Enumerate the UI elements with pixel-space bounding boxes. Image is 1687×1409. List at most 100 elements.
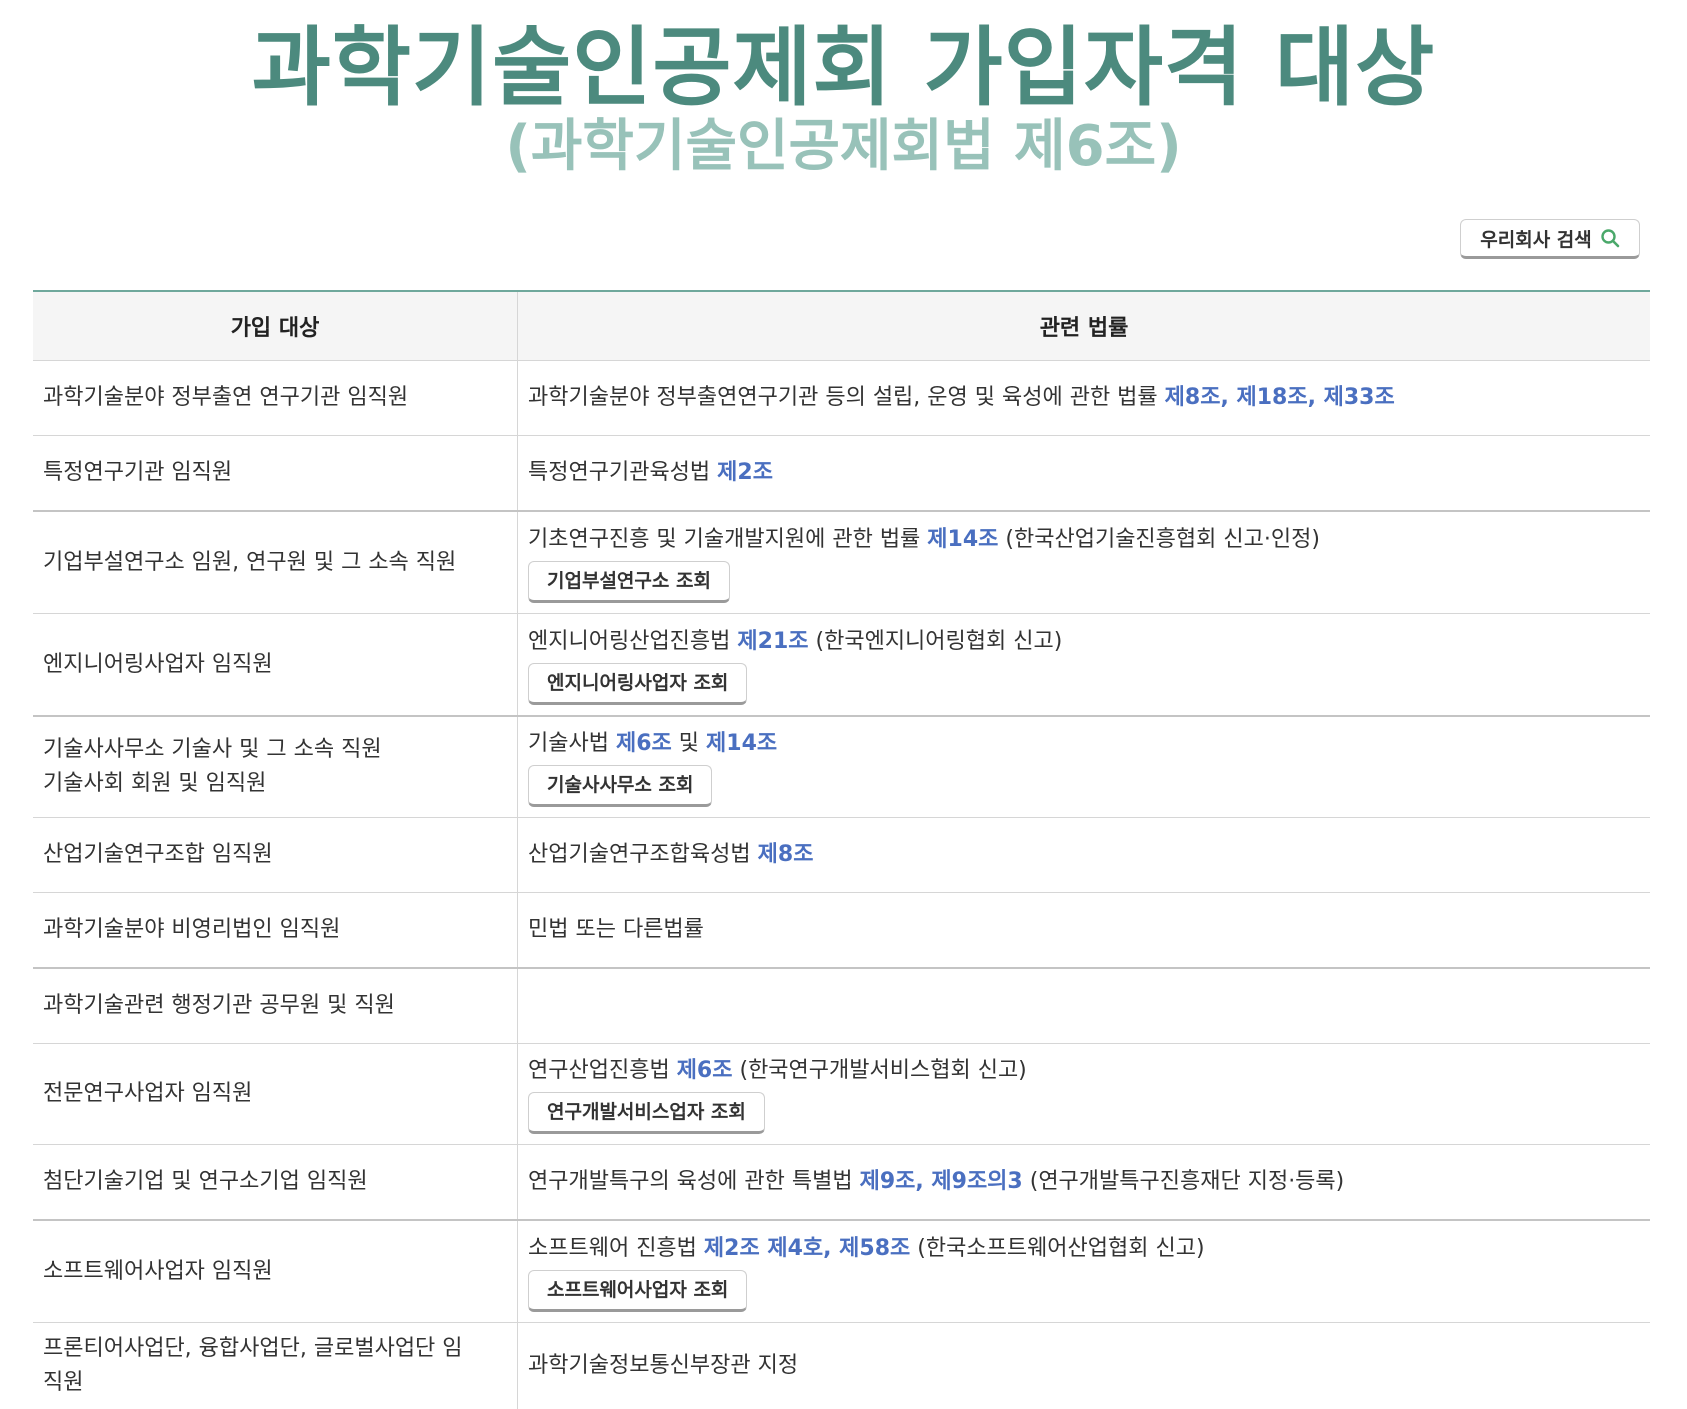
target-text: 산업기술연구조합 임직원 (43, 842, 273, 867)
law-articles: 제8조 (757, 842, 814, 867)
target-cell: 엔지니어링사업자 임직원 (33, 614, 518, 715)
header-law: 관련 법률 (1039, 316, 1129, 341)
target-text: 과학기술분야 비영리법인 임직원 (43, 917, 341, 942)
law-articles: 제14조 (927, 526, 999, 552)
law-line: 과학기술분야 정부출연연구기관 등의 설립, 운영 및 육성에 관한 법률 제8… (528, 381, 1640, 415)
law-line: 기술사법 제6조 및 제14조 (528, 727, 1640, 761)
law-line: 민법 또는 다른법률 (528, 913, 1640, 947)
target-text: 프론티어사업단, 융합사업단, 글로벌사업단 임 (43, 1336, 463, 1361)
law-cell: 산업기술연구조합육성법 제8조 (518, 818, 1650, 892)
target-cell: 산업기술연구조합 임직원 (33, 818, 518, 892)
law-cell: 기초연구진흥 및 기술개발지원에 관한 법률 제14조 (한국산업기술진흥협회 … (518, 512, 1650, 613)
law-articles: 제8조, 제18조, 제33조 (1164, 385, 1395, 410)
target-cell: 특정연구기관 임직원 (33, 436, 518, 510)
target-cell: 과학기술분야 비영리법인 임직원 (33, 893, 518, 967)
law-cell: 연구산업진흥법 제6조 (한국연구개발서비스협회 신고) 연구개발서비스업자 조… (518, 1044, 1650, 1144)
target-cell: 첨단기술기업 및 연구소기업 임직원 (33, 1145, 518, 1219)
table-row: 기술사사무소 기술사 및 그 소속 직원 기술사회 회원 및 임직원 기술사법 … (33, 717, 1650, 818)
law-cell: 기술사법 제6조 및 제14조 기술사사무소 조회 (518, 717, 1650, 817)
law-articles: 제6조 (615, 731, 672, 756)
target-cell: 전문연구사업자 임직원 (33, 1044, 518, 1144)
law-line: 특정연구기관육성법 제2조 (528, 456, 1640, 490)
law-cell: 민법 또는 다른법률 (518, 893, 1650, 967)
law-note: (한국산업기술진흥협회 신고·인정) (1005, 526, 1320, 552)
table-row: 첨단기술기업 및 연구소기업 임직원 연구개발특구의 육성에 관한 특별법 제9… (33, 1145, 1650, 1221)
target-cell: 기술사사무소 기술사 및 그 소속 직원 기술사회 회원 및 임직원 (33, 717, 518, 817)
table-row: 소프트웨어사업자 임직원 소프트웨어 진흥법 제2조 제4호, 제58조 (한국… (33, 1221, 1650, 1323)
law-cell: 연구개발특구의 육성에 관한 특별법 제9조, 제9조의3 (연구개발특구진흥재… (518, 1145, 1650, 1219)
target-text: 직원 (43, 1370, 84, 1395)
lookup-button-pe-office[interactable]: 기술사사무소 조회 (528, 765, 713, 807)
law-text: 엔지니어링산업진흥법 (528, 628, 731, 654)
table-row: 과학기술분야 비영리법인 임직원 민법 또는 다른법률 (33, 893, 1650, 969)
table-row: 특정연구기관 임직원 특정연구기관육성법 제2조 (33, 436, 1650, 512)
lookup-button-software[interactable]: 소프트웨어사업자 조회 (528, 1269, 748, 1312)
law-line: 엔지니어링산업진흥법 제21조 (한국엔지니어링협회 신고) (528, 625, 1640, 659)
law-cell: 소프트웨어 진흥법 제2조 제4호, 제58조 (한국소프트웨어산업협회 신고)… (518, 1221, 1650, 1322)
law-articles: 제6조 (676, 1058, 733, 1083)
law-cell (518, 969, 1650, 1043)
law-cell: 엔지니어링산업진흥법 제21조 (한국엔지니어링협회 신고) 엔지니어링사업자 … (518, 614, 1650, 715)
law-text: 특정연구기관육성법 (528, 460, 711, 485)
page-subtitle: (과학기술인공제회법 제6조) (505, 114, 1182, 179)
law-text: 과학기술정보통신부장관 지정 (528, 1353, 799, 1378)
target-text: 엔지니어링사업자 임직원 (43, 651, 273, 677)
law-articles-2: 제14조 (706, 731, 778, 756)
lookup-button-rnd-service[interactable]: 연구개발서비스업자 조회 (528, 1092, 765, 1134)
law-cell: 과학기술정보통신부장관 지정 (518, 1323, 1650, 1409)
lookup-button-research-institute[interactable]: 기업부설연구소 조회 (528, 560, 730, 603)
law-text: 민법 또는 다른법률 (528, 917, 704, 942)
target-cell: 과학기술관련 행정기관 공무원 및 직원 (33, 969, 518, 1043)
table-row: 프론티어사업단, 융합사업단, 글로벌사업단 임 직원 과학기술정보통신부장관 … (33, 1323, 1650, 1409)
law-note: (한국엔지니어링협회 신고) (815, 628, 1063, 654)
page-title: 과학기술인공제회 가입자격 대상 (251, 18, 1436, 118)
search-icon (1601, 229, 1620, 248)
table-row: 과학기술관련 행정기관 공무원 및 직원 (33, 969, 1650, 1044)
law-line: 산업기술연구조합육성법 제8조 (528, 838, 1640, 872)
law-articles: 제21조 (737, 628, 809, 654)
target-text: 첨단기술기업 및 연구소기업 임직원 (43, 1169, 368, 1194)
target-cell: 기업부설연구소 임원, 연구원 및 그 소속 직원 (33, 512, 518, 613)
law-note: (연구개발특구진흥재단 지정·등록) (1029, 1169, 1345, 1194)
law-text: 기술사법 (528, 731, 609, 756)
target-cell: 과학기술분야 정부출연 연구기관 임직원 (33, 361, 518, 435)
target-text: 전문연구사업자 임직원 (43, 1081, 253, 1106)
law-line: 연구개발특구의 육성에 관한 특별법 제9조, 제9조의3 (연구개발특구진흥재… (528, 1165, 1640, 1199)
target-text: 소프트웨어사업자 임직원 (43, 1258, 273, 1284)
table-row: 산업기술연구조합 임직원 산업기술연구조합육성법 제8조 (33, 818, 1650, 893)
law-line: 소프트웨어 진흥법 제2조 제4호, 제58조 (한국소프트웨어산업협회 신고) (528, 1232, 1640, 1266)
law-text: 연구산업진흥법 (528, 1058, 670, 1083)
law-cell: 과학기술분야 정부출연연구기관 등의 설립, 운영 및 육성에 관한 법률 제8… (518, 361, 1650, 435)
target-text: 과학기술분야 정부출연 연구기관 임직원 (43, 385, 409, 410)
lookup-button-engineering[interactable]: 엔지니어링사업자 조회 (528, 662, 748, 705)
target-text: 기업부설연구소 임원, 연구원 및 그 소속 직원 (43, 549, 457, 575)
eligibility-table: 가입 대상 관련 법률 과학기술분야 정부출연 연구기관 임직원 과학기술분야 … (33, 290, 1650, 1409)
target-cell: 소프트웨어사업자 임직원 (33, 1221, 518, 1322)
law-line: 기초연구진흥 및 기술개발지원에 관한 법률 제14조 (한국산업기술진흥협회 … (528, 523, 1640, 557)
law-note: (한국소프트웨어산업협회 신고) (917, 1235, 1205, 1261)
law-line: 과학기술정보통신부장관 지정 (528, 1349, 1640, 1383)
law-text: 연구개발특구의 육성에 관한 특별법 (528, 1169, 853, 1194)
table-row: 과학기술분야 정부출연 연구기관 임직원 과학기술분야 정부출연연구기관 등의 … (33, 361, 1650, 436)
table-header: 가입 대상 관련 법률 (33, 292, 1650, 361)
law-text: 소프트웨어 진흥법 (528, 1235, 697, 1261)
law-line: 연구산업진흥법 제6조 (한국연구개발서비스협회 신고) (528, 1054, 1640, 1088)
target-text: 과학기술관련 행정기관 공무원 및 직원 (43, 993, 395, 1018)
law-text: 산업기술연구조합육성법 (528, 842, 751, 867)
target-text: 기술사사무소 기술사 및 그 소속 직원 (43, 737, 382, 762)
law-cell: 특정연구기관육성법 제2조 (518, 436, 1650, 510)
header-target: 가입 대상 (33, 292, 518, 360)
company-search-label: 우리회사 검색 (1480, 228, 1592, 251)
law-note: (한국연구개발서비스협회 신고) (739, 1058, 1027, 1083)
law-text: 과학기술분야 정부출연연구기관 등의 설립, 운영 및 육성에 관한 법률 (528, 385, 1158, 410)
law-articles: 제2조 제4호, 제58조 (703, 1235, 911, 1261)
law-text: 기초연구진흥 및 기술개발지원에 관한 법률 (528, 526, 921, 552)
table-row: 전문연구사업자 임직원 연구산업진흥법 제6조 (한국연구개발서비스협회 신고)… (33, 1044, 1650, 1145)
law-articles: 제2조 (717, 460, 773, 485)
company-search-button[interactable]: 우리회사 검색 (1460, 219, 1640, 259)
target-cell: 프론티어사업단, 융합사업단, 글로벌사업단 임 직원 (33, 1323, 518, 1409)
law-connector: 및 (678, 731, 700, 756)
target-text: 특정연구기관 임직원 (43, 460, 233, 485)
target-text: 기술사회 회원 및 임직원 (43, 771, 267, 796)
law-articles: 제9조, 제9조의3 (859, 1169, 1023, 1194)
